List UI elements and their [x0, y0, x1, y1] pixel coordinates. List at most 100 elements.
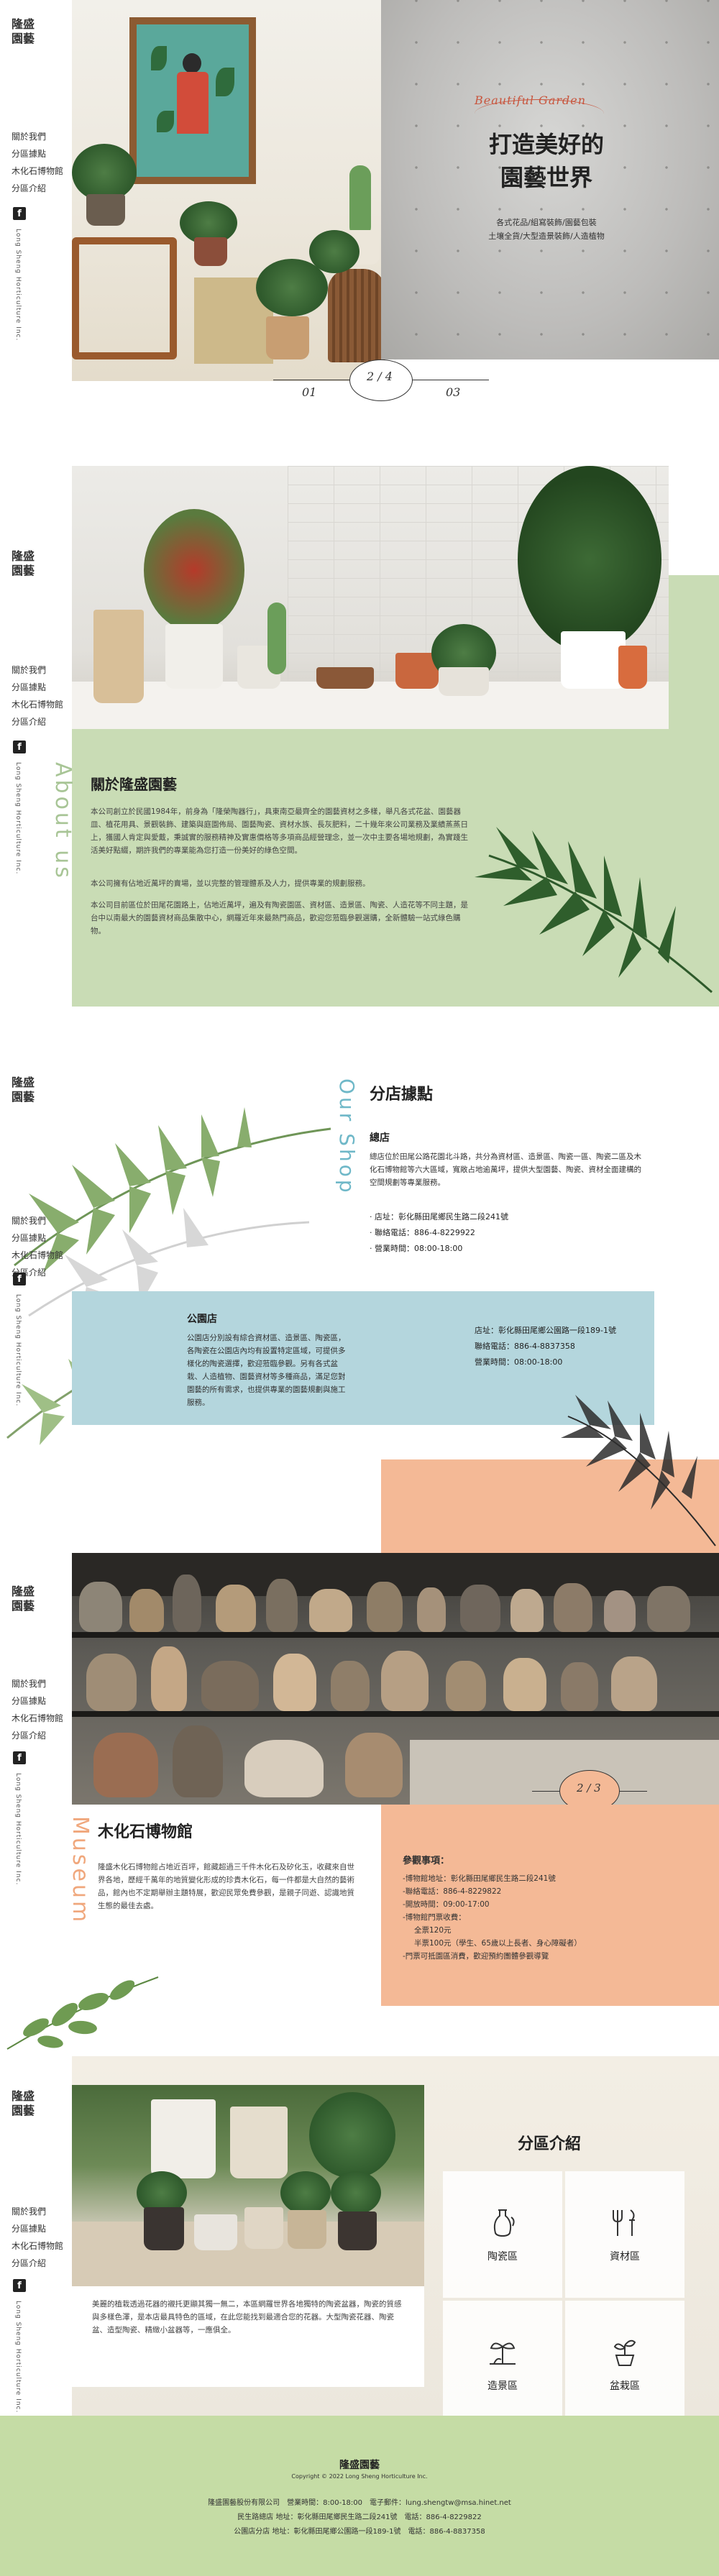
nav-item-about[interactable]: 關於我們 [12, 1675, 63, 1692]
area-tile-bonsai[interactable]: 盆栽區 [565, 2301, 684, 2416]
pager-next-button[interactable]: 03 [446, 385, 460, 399]
logo-line-1: 隆盛 [12, 1076, 35, 1089]
hero-slide-pager: 2 / 4 01 03 [273, 359, 489, 403]
nav-item-about[interactable]: 關於我們 [12, 1212, 63, 1229]
side-navigation: 隆盛 園藝 關於我們 分區據點 木化石博物館 分區介紹 f Long Sheng… [0, 2056, 72, 2416]
nav-item-museum[interactable]: 木化石博物館 [12, 1247, 63, 1264]
hero-photo-plants [72, 0, 385, 381]
pager-current-number: 2 [367, 370, 375, 383]
area-tile-ceramics[interactable]: 陶瓷區 [443, 2171, 562, 2298]
footer-company-info: 隆盛園藝股份有限公司 營業時間：8:00-18:00 電子郵件：lung.she… [208, 2499, 511, 2507]
logo-line-1: 隆盛 [12, 1585, 35, 1598]
pager-separator: / [377, 370, 382, 383]
museum-visit-info: 參觀事項： -博物館地址：彰化縣田尾鄉民生路二段241號 -聯絡電話：886-4… [403, 1855, 705, 1963]
wooden-shelf [72, 237, 177, 359]
facebook-icon[interactable]: f [13, 1751, 26, 1764]
facebook-icon[interactable]: f [13, 2279, 26, 2292]
nav-item-areas[interactable]: 分區介紹 [12, 180, 63, 197]
side-menu: 關於我們 分區據點 木化石博物館 分區介紹 [12, 128, 63, 197]
nav-item-shops[interactable]: 分區據點 [12, 145, 63, 162]
shop-section: 隆盛 園藝 關於我們 分區據點 木化石博物館 分區介紹 f Long Sheng… [0, 1007, 719, 1553]
nav-item-about[interactable]: 關於我們 [12, 128, 63, 145]
nav-item-museum[interactable]: 木化石博物館 [12, 1710, 63, 1727]
side-navigation: 隆盛 園藝 關於我們 分區據點 木化石博物館 分區介紹 f Long Sheng… [0, 446, 72, 1007]
about-paragraph-1: 本公司創立於民國1984年，前身為「隆榮陶器行」，具東南亞最齊全的園藝資材之多樣… [91, 807, 468, 855]
area-tile-label: 造景區 [487, 2380, 518, 2392]
areas-title: 分區介紹 [518, 2135, 582, 2153]
museum-info-line: -博物館門票收費： [403, 1913, 466, 1922]
main-store-name: 總店 [370, 1132, 390, 1144]
hero-subtitle: 各式花品/組寫裝飾/園藝包裝 土壤全貨/大型造景裝飾/人造植物 [460, 216, 633, 243]
side-menu: 關於我們 分區據點 木化石博物館 分區介紹 [12, 2203, 63, 2272]
nav-item-shops[interactable]: 分區據點 [12, 2220, 63, 2237]
museum-info-line: -博物館地址：彰化縣田尾鄉民生路二段241號 [403, 1874, 556, 1883]
about-paragraph-3: 本公司目前區位於田尾花園路上，佔地近萬坪，遍及有陶瓷園區、資材區、造景區、陶瓷、… [91, 901, 468, 935]
facebook-icon[interactable]: f [13, 741, 26, 753]
main-store-address: ‧ 店址：彰化縣田尾鄉民生路二段241號 [370, 1212, 508, 1221]
area-tile-landscape[interactable]: 造景區 [443, 2301, 562, 2416]
area-tile-materials[interactable]: 資材區 [565, 2171, 684, 2298]
nav-item-museum[interactable]: 木化石博物館 [12, 696, 63, 713]
nav-item-shops[interactable]: 分區據點 [12, 1229, 63, 1247]
museum-info-title: 參觀事項： [403, 1856, 450, 1866]
facebook-icon[interactable]: f [13, 207, 26, 220]
pager-prev-button[interactable]: 01 [302, 385, 316, 399]
about-paragraph-2: 本公司擁有佔地近萬坪的賣場，並以完整的管理體系及人力，提供專業的規劃服務。 [91, 879, 370, 888]
brand-logo[interactable]: 隆盛 園藝 [12, 2089, 35, 2118]
landscape-icon [487, 2337, 518, 2368]
nav-item-shops[interactable]: 分區據點 [12, 1692, 63, 1710]
hero-subtitle-line-2: 土壤全貨/大型造景裝飾/人造植物 [488, 232, 605, 241]
area-tile-label: 陶瓷區 [487, 2251, 518, 2263]
about-section: 隆盛 園藝 關於我們 分區據點 木化石博物館 分區介紹 f Long Sheng… [0, 446, 719, 1007]
pager-separator: / [587, 1782, 591, 1795]
museum-info-line: 半票100元（學生、65歲以上長者、身心障礙者） [414, 1939, 582, 1948]
areas-photo-ceramic-pots [72, 2085, 424, 2286]
logo-line-2: 園藝 [12, 32, 35, 45]
logo-line-1: 隆盛 [12, 2089, 35, 2103]
main-store-details: ‧ 店址：彰化縣田尾鄉民生路二段241號 ‧ 聯絡電話：886-4-822992… [370, 1209, 508, 1257]
nav-item-museum[interactable]: 木化石博物館 [12, 162, 63, 180]
branch-store-hours: 營業時間：08:00-18:00 [475, 1357, 563, 1367]
brand-logo[interactable]: 隆盛 園藝 [12, 1585, 35, 1613]
museum-photo-petrified-wood [72, 1553, 719, 1805]
side-navigation: 隆盛 園藝 關於我們 分區據點 木化石博物館 分區介紹 f Long Sheng… [0, 0, 72, 381]
potted-plant-icon [609, 2337, 641, 2368]
main-store-phone: ‧ 聯絡電話：886-4-8229922 [370, 1228, 475, 1237]
brand-logo[interactable]: 隆盛 園藝 [12, 1076, 35, 1104]
nav-item-about[interactable]: 關於我們 [12, 2203, 63, 2220]
tools-icon [609, 2207, 641, 2239]
shop-english-vertical: Our Shop [335, 1078, 359, 1196]
hero-subtitle-line-1: 各式花品/組寫裝飾/園藝包裝 [496, 218, 597, 227]
nav-item-shops[interactable]: 分區據點 [12, 679, 63, 696]
footer-copyright: Copyright © 2022 Long Sheng Horticulture… [291, 2473, 428, 2480]
brand-logo[interactable]: 隆盛 園藝 [12, 549, 35, 578]
palm-leaf-decoration [561, 1395, 716, 1546]
vase-icon [487, 2207, 518, 2239]
pager-current: 2 / 4 [367, 370, 393, 383]
museum-description: 隆盛木化石博物館占地近百坪，館藏超過三千件木化石及矽化玉，收藏來自世界各地，歷經… [98, 1863, 354, 1910]
nav-item-areas[interactable]: 分區介紹 [12, 713, 63, 730]
logo-line-2: 園藝 [12, 564, 35, 577]
side-menu: 關於我們 分區據點 木化石博物館 分區介紹 [12, 1675, 63, 1744]
logo-line-1: 隆盛 [12, 549, 35, 563]
hero-title: 打造美好的 園藝世界 [475, 128, 618, 194]
site-footer: 隆盛園藝 Copyright © 2022 Long Sheng Horticu… [0, 2416, 719, 2576]
framed-artwork [129, 17, 256, 184]
facebook-icon[interactable]: f [13, 1273, 26, 1285]
logo-line-2: 園藝 [12, 2104, 35, 2117]
side-menu: 關於我們 分區據點 木化石博物館 分區介紹 [12, 1212, 63, 1281]
branch-store-details: 店址：彰化縣田尾鄉公園路一段189-1號 聯絡電話：886-4-8837358 … [475, 1323, 616, 1370]
main-store-description: 總店位於田尾公路花園北斗路，共分為資材區、造景區、陶瓷一區、陶瓷二區及木化石博物… [370, 1152, 641, 1187]
nav-item-areas[interactable]: 分區介紹 [12, 2255, 63, 2272]
area-tile-label: 盆栽區 [610, 2380, 640, 2392]
branch-store-address: 店址：彰化縣田尾鄉公園路一段189-1號 [475, 1326, 616, 1335]
nav-item-areas[interactable]: 分區介紹 [12, 1727, 63, 1744]
logo-line-2: 園藝 [12, 1090, 35, 1104]
branch-store-name: 公園店 [187, 1314, 217, 1325]
museum-info-line: 全票120元 [414, 1926, 452, 1935]
nav-item-about[interactable]: 關於我們 [12, 661, 63, 679]
logo-line-1: 隆盛 [12, 17, 35, 31]
nav-item-museum[interactable]: 木化石博物館 [12, 2237, 63, 2255]
brand-logo[interactable]: 隆盛 園藝 [12, 17, 35, 46]
footer-brand: 隆盛園藝 [339, 2460, 380, 2471]
